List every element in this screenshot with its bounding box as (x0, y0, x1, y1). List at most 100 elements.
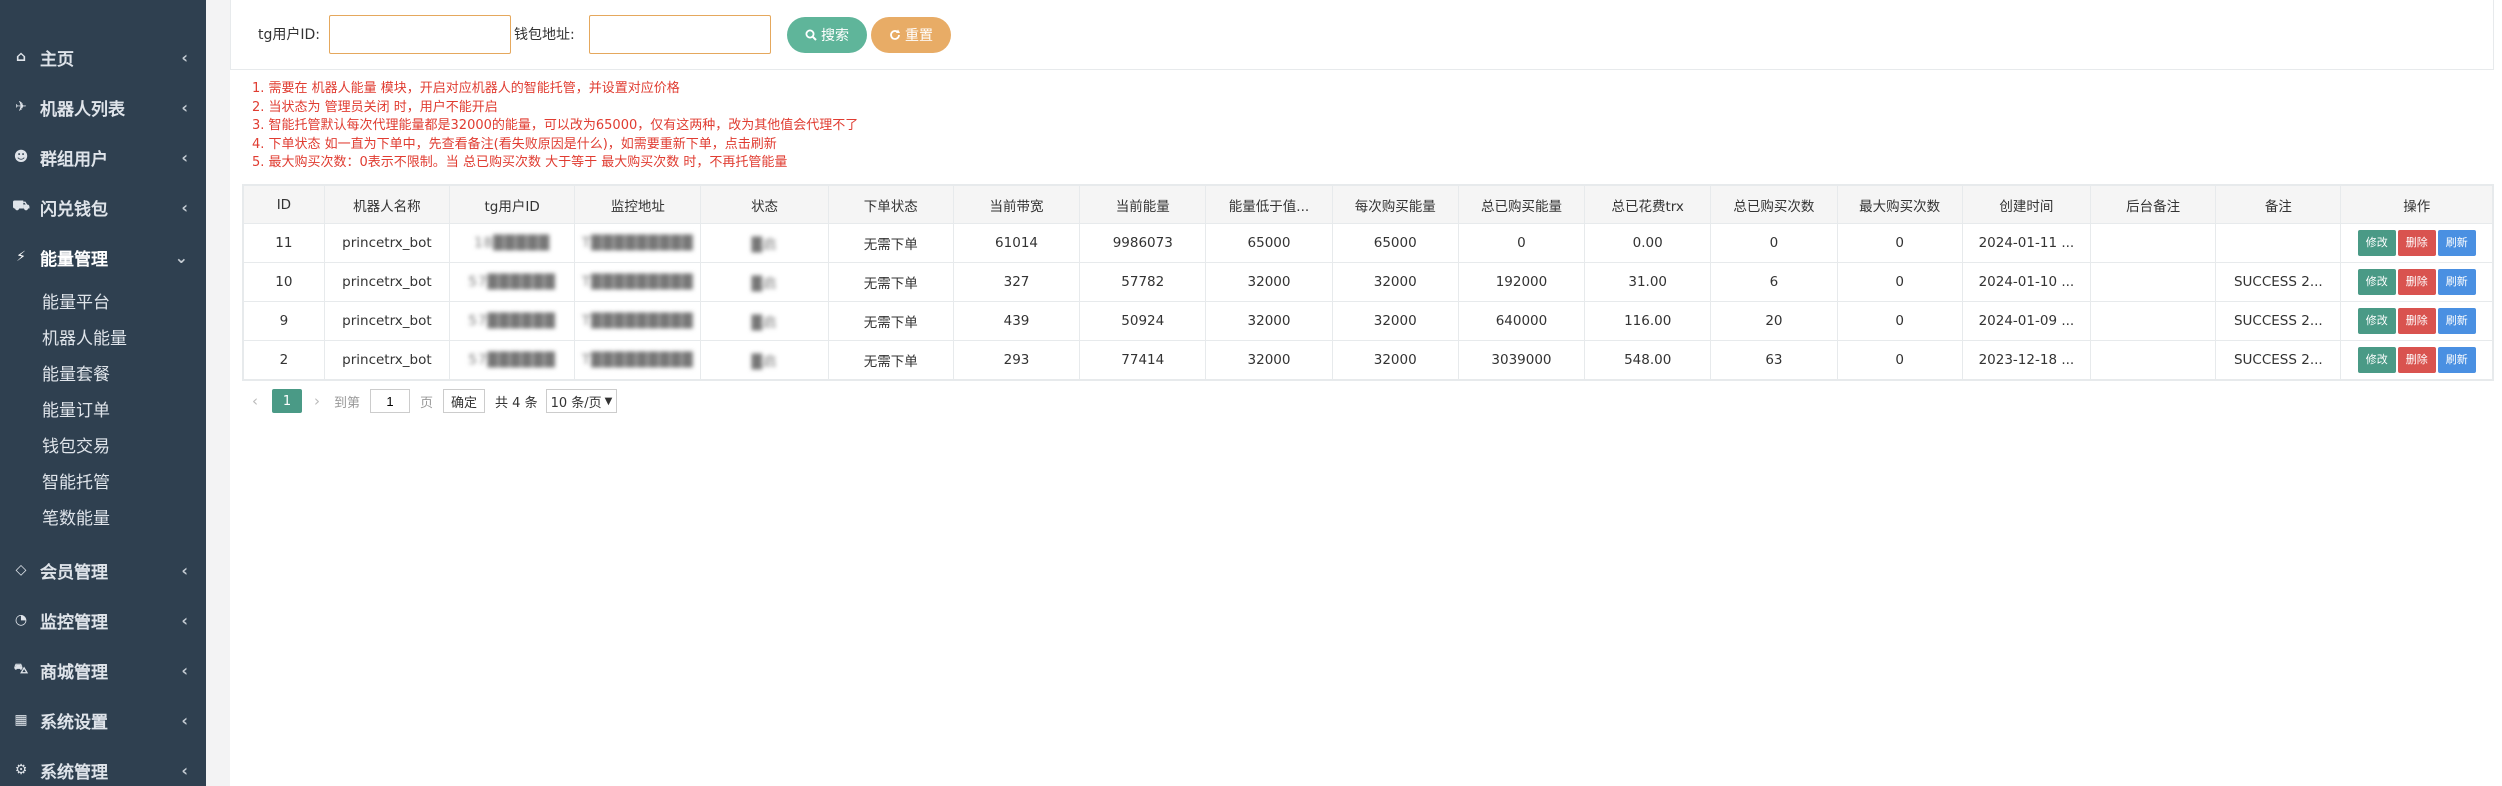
sidebar-item-sidebar-bottom_items-4[interactable]: ⚙ 系统管理 ‹ (0, 745, 206, 786)
cell-tg: 57██████ (448, 301, 576, 341)
sidebar-item-sidebar-top_items-0[interactable]: ⌂ 主页 ‹ (0, 32, 206, 82)
chevron-left-icon: ‹ (181, 710, 188, 730)
cell-text: 0 (1769, 235, 1779, 251)
goto-confirm-button[interactable]: 确定 (443, 389, 486, 413)
cell-text: 32000 (1373, 313, 1417, 329)
search-button[interactable]: 搜索 (787, 17, 867, 53)
edit-button[interactable]: 修改 (2357, 269, 2396, 295)
page-size-select[interactable]: 10 条/页 ▼ (545, 389, 618, 413)
cell-text: 31.00 (1628, 274, 1668, 290)
sidebar-item-sidebar-top_items-2[interactable]: ☻ 群组用户 ‹ (0, 132, 206, 182)
edit-button[interactable]: 修改 (2357, 347, 2396, 373)
sidebar-item-sidebar-energy[interactable]: ⚡ 能量管理 ⌄ (0, 232, 206, 282)
table-row: 10 princetrx_bot 57██████ T█████████ █启 无需下单 3… (243, 262, 2493, 302)
cell-text: 640000 (1495, 313, 1548, 329)
search-bar: tg用户ID: 钱包地址: 搜索 重置 (230, 0, 2494, 70)
goto-page-input[interactable] (370, 389, 411, 413)
edit-button[interactable]: 修改 (2357, 230, 2396, 256)
cell-bot: princetrx_bot (323, 340, 451, 380)
sidebar-item-sidebar-bottom_items-0[interactable]: ◇ 会员管理 ‹ (0, 545, 206, 595)
cell-text: 10 (275, 274, 293, 290)
table-row: 11 princetrx_bot 18█████ T█████████ █启 无需下单 61… (243, 223, 2493, 263)
cell-per: 32000 (1331, 262, 1459, 302)
cell-text: 0.00 (1632, 235, 1663, 251)
column-header: 当前带宽 (952, 185, 1081, 224)
cell-created: 2023-12-18 ... (1961, 340, 2092, 380)
cell-bw: 61014 (952, 223, 1081, 263)
cell-text: 32000 (1247, 313, 1291, 329)
row-actions: 修改 删除 刷新 (2342, 230, 2492, 256)
cell-id: 10 (243, 262, 325, 302)
cell-text: 77414 (1121, 352, 1165, 368)
refresh-button[interactable]: 刷新 (2437, 308, 2476, 334)
cell-per: 65000 (1331, 223, 1459, 263)
row-actions: 修改 删除 刷新 (2342, 347, 2492, 373)
sidebar-subitem[interactable]: 能量套餐 (42, 360, 110, 385)
sidebar-subitem[interactable]: 能量平台 (42, 288, 110, 313)
pie-icon: ◔ (14, 612, 28, 628)
cell-status: █启 (700, 340, 829, 380)
home-icon: ⌂ (15, 49, 27, 65)
cell-text: 61014 (995, 235, 1038, 251)
cell-max_times: 0 (1836, 301, 1963, 341)
sidebar-subitem[interactable]: 能量订单 (42, 396, 110, 421)
cell-text: 192000 (1495, 274, 1548, 290)
sidebar-item-label: 商城管理 (40, 662, 108, 683)
sidebar-subitem[interactable]: 笔数能量 (42, 504, 110, 529)
cell-id: 9 (243, 301, 325, 341)
cell-admin_note (2090, 223, 2217, 263)
column-header: 操作 (2340, 185, 2493, 224)
refresh-button[interactable]: 刷新 (2437, 269, 2476, 295)
column-header: 备注 (2215, 185, 2342, 224)
sidebar-subitem[interactable]: 机器人能量 (42, 324, 127, 349)
next-page-icon[interactable]: › (314, 392, 320, 410)
group-icon: ☻ (13, 149, 29, 165)
pagination: ‹ 1 › 到第 页 确定 共 4 条 10 条/页▼ (252, 388, 618, 414)
page-current[interactable]: 1 (272, 389, 302, 413)
cell-text: T█████████ (581, 235, 694, 251)
sidebar-item-sidebar-bottom_items-2[interactable]: ⛍ 商城管理 ‹ (0, 645, 206, 695)
cell-text: 439 (1003, 313, 1030, 329)
chevron-left-icon: ‹ (181, 197, 188, 217)
delete-button[interactable]: 删除 (2397, 269, 2436, 295)
cell-text: █启 (751, 276, 778, 292)
chevron-left-icon: ‹ (181, 760, 188, 780)
cell-text: 32000 (1373, 352, 1417, 368)
row-actions: 修改 删除 刷新 (2342, 308, 2492, 334)
cell-total_trx: 0.00 (1584, 223, 1712, 263)
sidebar-item-sidebar-top_items-3[interactable]: ⛟ 闪兑钱包 ‹ (0, 182, 206, 232)
column-header: 每次购买能量 (1331, 185, 1459, 224)
cell-note: SUCCESS 2... (2215, 301, 2342, 341)
cell-text: 32000 (1247, 352, 1291, 368)
sidebar-subitem[interactable]: 钱包交易 (42, 432, 110, 457)
cell-text: 无需下单 (863, 276, 918, 292)
delete-button[interactable]: 删除 (2397, 230, 2436, 256)
cell-bot: princetrx_bot (323, 223, 451, 263)
cell-admin_note (2090, 340, 2217, 380)
cell-actions: 修改 删除 刷新 (2340, 301, 2493, 341)
chevron-left-icon: ‹ (181, 660, 188, 680)
cell-text: 2024-01-09 ... (1978, 313, 2075, 329)
gear-icon: ⚙ (14, 762, 28, 778)
sidebar-item-sidebar-bottom_items-3[interactable]: ▦ 系统设置 ‹ (0, 695, 206, 745)
edit-button[interactable]: 修改 (2357, 308, 2396, 334)
cell-status: █启 (700, 223, 829, 263)
prev-page-icon[interactable]: ‹ (252, 392, 258, 410)
wallet-input[interactable] (589, 15, 771, 54)
cell-tg: 18█████ (448, 223, 576, 263)
refresh-button[interactable]: 刷新 (2437, 347, 2476, 373)
cell-total_trx: 548.00 (1584, 340, 1712, 380)
tg-id-input[interactable] (329, 15, 511, 54)
sidebar-subitem[interactable]: 智能托管 (42, 468, 110, 493)
cell-text: 无需下单 (863, 237, 918, 253)
refresh-button[interactable]: 刷新 (2437, 230, 2476, 256)
note-line: 5. 最大购买次数：0表示不限制。当 总已购买次数 大于等于 最大购买次数 时，… (252, 155, 788, 170)
delete-button[interactable]: 删除 (2397, 308, 2436, 334)
delete-button[interactable]: 删除 (2397, 347, 2436, 373)
sidebar-item-sidebar-bottom_items-1[interactable]: ◔ 监控管理 ‹ (0, 595, 206, 645)
sidebar-item-sidebar-top_items-1[interactable]: ✈ 机器人列表 ‹ (0, 82, 206, 132)
column-header: 总已购买次数 (1710, 185, 1838, 224)
column-header: ID (243, 185, 325, 224)
cell-max_times: 0 (1836, 223, 1963, 263)
reset-button[interactable]: 重置 (871, 17, 951, 53)
